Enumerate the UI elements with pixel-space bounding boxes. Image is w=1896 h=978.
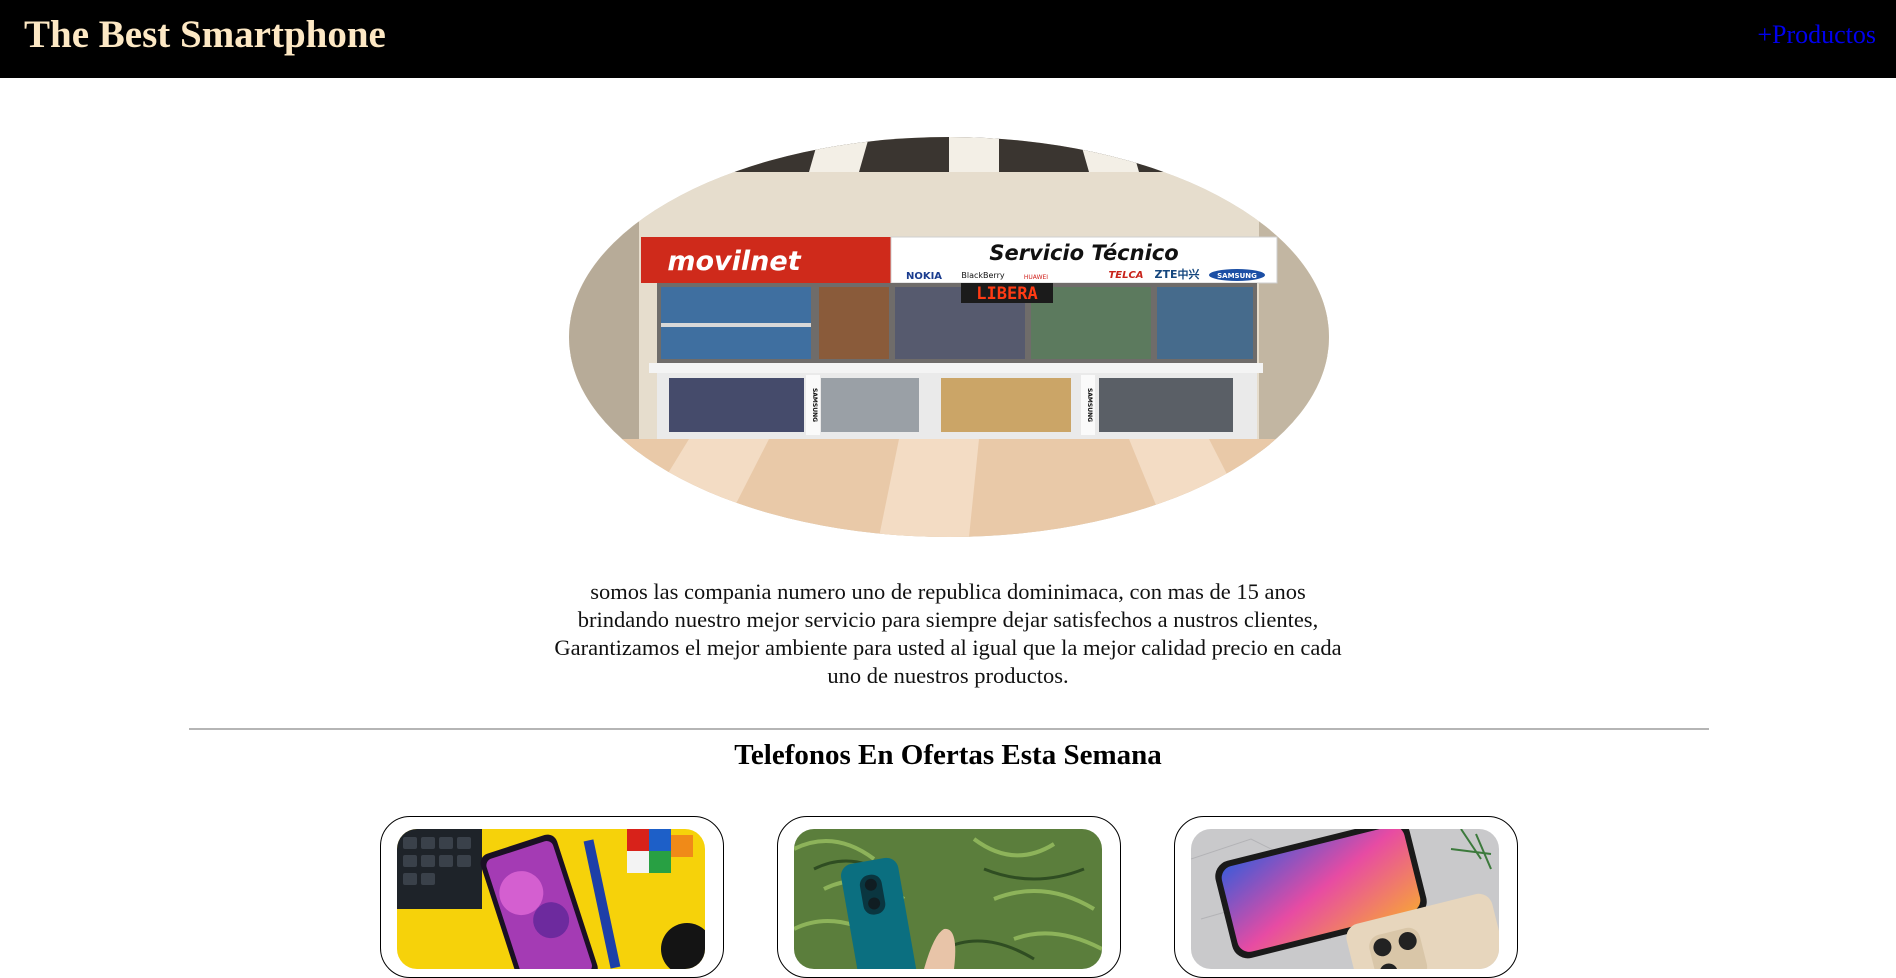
offers-heading: Telefonos En Ofertas Esta Semana <box>734 739 1162 771</box>
sign-logo-blackberry: BlackBerry <box>961 271 1004 280</box>
cabinet-label-right: SAMSUNG <box>1086 388 1093 422</box>
sign-logo-zte: ZTE中兴 <box>1155 267 1200 281</box>
product-card-1[interactable] <box>380 816 724 978</box>
sign-logo-huawei: HUAWEI <box>1024 274 1048 281</box>
productos-link[interactable]: +Productos <box>1757 20 1876 50</box>
intro-paragraph: somos las compania numero uno de republi… <box>554 579 1342 688</box>
servicio-tecnico-sign: Servicio Técnico <box>989 241 1178 265</box>
product-card-3[interactable] <box>1174 816 1518 978</box>
phone-photo-1 <box>397 829 705 969</box>
product-image-1[interactable] <box>397 829 705 969</box>
movilnet-sign: movilnet <box>667 246 801 277</box>
led-sign: LIBERA <box>976 284 1037 304</box>
store-photo: movilnet Servicio Técnico NOKIA BlackBer… <box>569 137 1329 537</box>
site-title: The Best Smartphone <box>24 13 386 56</box>
product-image-3[interactable] <box>1191 829 1499 969</box>
sign-logo-nokia: NOKIA <box>906 271 942 282</box>
product-card-2[interactable] <box>777 816 1121 978</box>
product-image-2[interactable] <box>794 829 1102 969</box>
phone-photo-3 <box>1191 829 1499 969</box>
phone-photo-2 <box>794 829 1102 969</box>
sign-logo-telca: TELCA <box>1108 270 1143 281</box>
section-divider <box>189 728 1709 730</box>
sign-logo-samsung: SAMSUNG <box>1217 272 1257 280</box>
site-header: The Best Smartphone +Productos <box>0 0 1896 78</box>
store-photo-illustration: movilnet Servicio Técnico NOKIA BlackBer… <box>569 137 1329 537</box>
cabinet-label-left: SAMSUNG <box>811 388 818 422</box>
